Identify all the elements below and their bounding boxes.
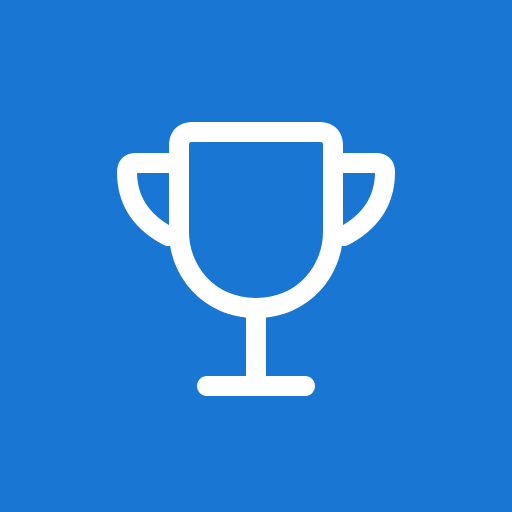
trophy-cup <box>169 122 343 318</box>
app-icon-tile[interactable] <box>0 0 512 512</box>
trophy-icon <box>117 122 395 396</box>
